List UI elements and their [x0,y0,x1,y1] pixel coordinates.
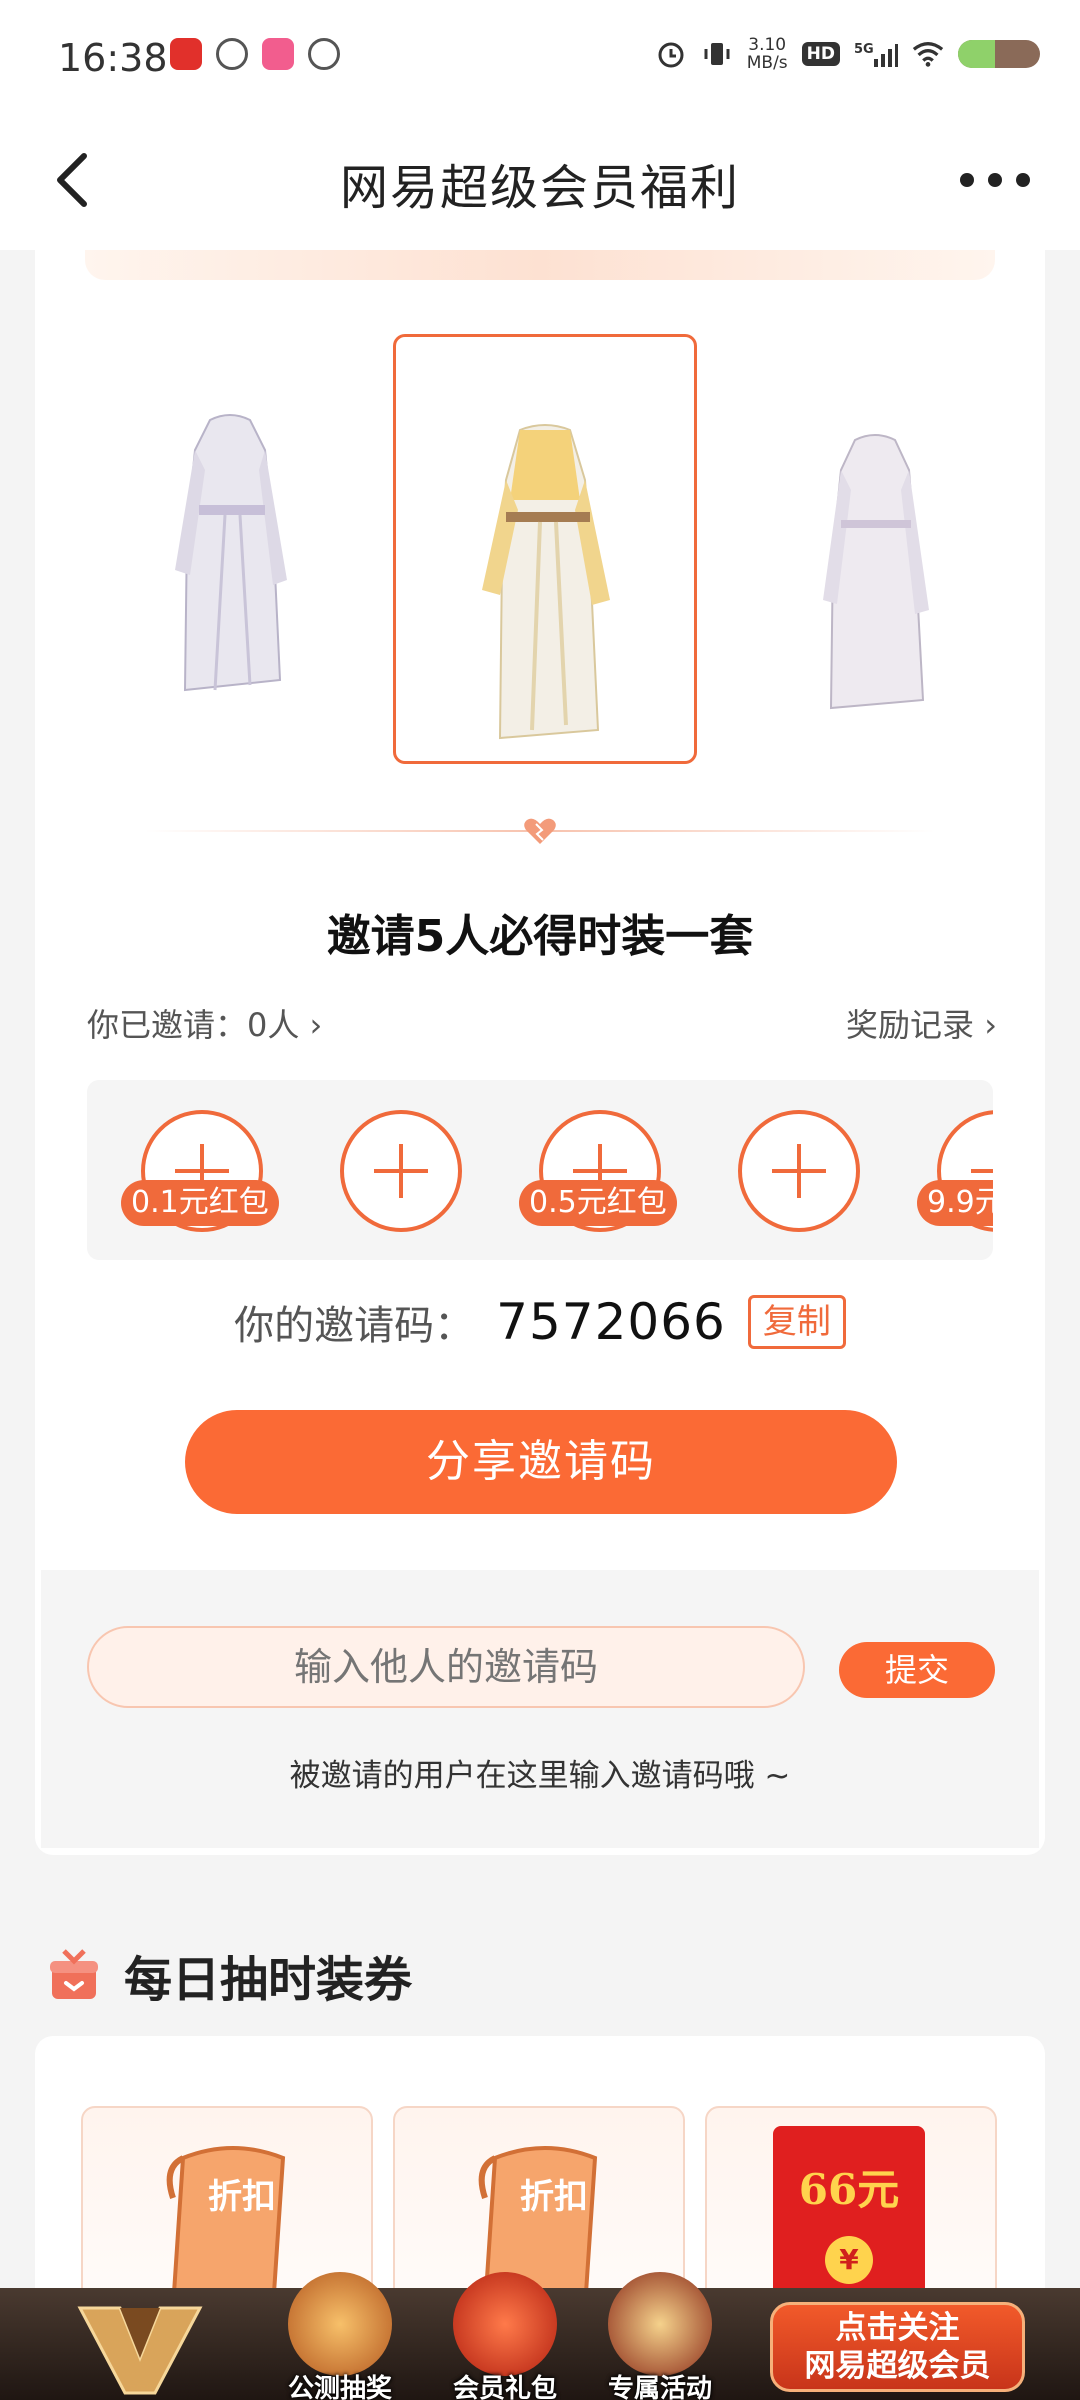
invite-slot[interactable] [738,1110,860,1232]
banner-lottery-label: 公测抽奖 [287,2374,392,2400]
invite-title: 邀请5人必得时装一套 [326,911,754,962]
yuan-coin-icon: ¥ [825,2236,873,2284]
netease-music-icon [170,38,202,70]
daily-section-title: 每日抽时装券 [124,1952,413,2008]
invited-count-link[interactable]: 你已邀请：0人 › [87,1000,322,1046]
top-app-bar: 网易超级会员福利 [0,110,1080,250]
status-bar: 16:38 3.10 MB/s HD 5G [0,0,1080,110]
enter-code-section: 提交 被邀请的用户在这里输入邀请码哦 ~ [41,1570,1039,1848]
net-speed: 3.10 MB/s [746,35,788,73]
follow-line2: 网易超级会员 [804,2348,991,2384]
outfit-option-selected[interactable] [460,420,630,750]
gift-box-icon [453,2272,557,2376]
follow-button[interactable]: 点击关注 网易超级会员 [770,2302,1025,2392]
more-dots-icon [960,173,974,187]
battery-indicator [958,40,1040,68]
invite-slot[interactable] [340,1110,462,1232]
heart-icon [524,818,556,844]
invite-code-label: 你的邀请码： [234,1303,475,1349]
banner-exclusive-label: 专属活动 [607,2374,712,2400]
outfit-option-right[interactable] [805,430,945,720]
invite-code-value: 7572066 [496,1293,726,1351]
wifi-icon [912,38,944,70]
svg-text:5G: 5G [854,42,874,57]
daily-section-header: 每日抽时装券 [46,1940,412,2010]
more-button[interactable] [960,168,1030,192]
card-top-banner [85,250,995,280]
more-dot [1016,173,1030,187]
link-app-icon [216,38,248,70]
status-time: 16:38 [58,36,168,80]
invite-code-input[interactable] [87,1626,805,1708]
invited-count-text: 你已邀请：0人 [87,1006,300,1044]
signal-icon: 5G [854,38,898,70]
gift-icon [50,1949,98,1999]
wheel-icon [288,2272,392,2376]
banner-lottery[interactable]: 公测抽奖 [270,2272,410,2400]
slot-reward-badge: 0.1元红包 [121,1180,279,1226]
enter-code-hint: 被邀请的用户在这里输入邀请码哦 ~ [289,1758,791,1794]
svg-text:折扣: 折扣 [520,2177,588,2217]
more-dot [988,173,1002,187]
invite-slots-panel: 0.1元红包 0.5元红包 9.9元 [87,1080,993,1260]
submit-button[interactable]: 提交 [839,1642,995,1698]
red-packet-amount: 66元 [798,2165,900,2214]
alarm-icon [655,38,687,70]
status-app-icons [170,38,340,70]
bottom-promo-banner[interactable]: 公测抽奖 会员礼包 专属活动 点击关注 网易超级会员 [0,2272,1080,2400]
pinwheel-app-icon [308,38,340,70]
bilibili-icon [262,38,294,70]
status-right: 3.10 MB/s HD 5G [655,36,1040,72]
invite-card: 邀请5人必得时装一套 你已邀请：0人 › 奖励记录 › 0.1元红包 0.5元红… [35,250,1045,1855]
outfit-option-left[interactable] [155,410,305,710]
chevron-right-icon: › [984,1006,997,1044]
reward-record-link[interactable]: 奖励记录 › [846,1000,997,1046]
vibrate-icon [701,38,733,70]
hd-icon: HD [801,42,840,66]
page-title: 网易超级会员福利 [339,160,740,216]
slot-reward-badge: 0.5元红包 [519,1180,677,1226]
netease-vip-logo-icon [77,2306,203,2395]
follow-line1: 点击关注 [835,2310,960,2346]
copy-button[interactable]: 复制 [747,1295,846,1349]
svg-text:折扣: 折扣 [208,2177,276,2217]
banner-gift-pack-label: 会员礼包 [452,2374,557,2400]
share-code-button[interactable]: 分享邀请码 [185,1410,897,1514]
slot-reward-badge: 9.9元 [917,1180,993,1226]
invite-code-row: 你的邀请码： 7572066 复制 [35,1290,1045,1354]
reward-record-text: 奖励记录 [846,1006,975,1044]
banner-gift-pack[interactable]: 会员礼包 [435,2272,575,2400]
banner-exclusive[interactable]: 专属活动 [590,2272,730,2400]
vip-badge-icon [608,2272,712,2376]
chevron-right-icon: › [309,1006,323,1044]
